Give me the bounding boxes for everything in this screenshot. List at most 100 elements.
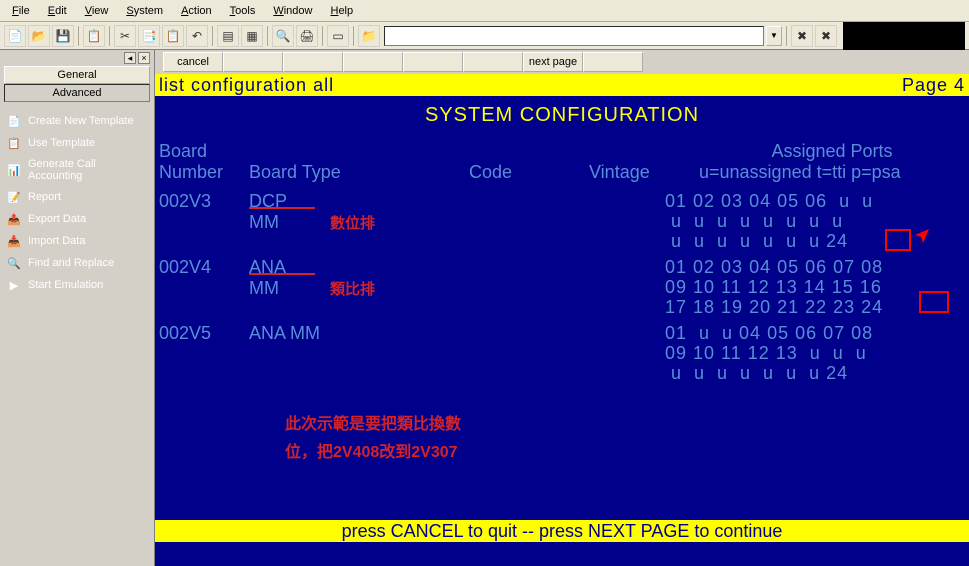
annotation-note: 此次示範是要把類比換數 位，把2V408改到2V307 <box>285 411 461 467</box>
sidebar-item-import[interactable]: 📥 Import Data <box>0 230 154 252</box>
board-type-cell: ANA MM 類比排 <box>249 257 409 299</box>
toolbar-disconnect2-icon[interactable]: ✖ <box>815 25 837 47</box>
toolbar-paste-icon[interactable]: 📋 <box>162 25 184 47</box>
sidebar-list: 📄Create New Template 📋 Use Template 📊Gene… <box>0 102 154 566</box>
board-type: ANA MM <box>249 257 315 275</box>
report-icon: 📝 <box>6 190 22 204</box>
table-row: 002V3 DCP MM 數位排 01 02 03 04 05 06 u u u… <box>159 191 965 251</box>
sidebar-tab-advanced[interactable]: Advanced <box>4 84 150 102</box>
annotation-analog: 類比排 <box>330 281 375 298</box>
status-black-area <box>843 22 965 50</box>
highlight-box-u <box>885 229 911 251</box>
terminal-title: SYSTEM CONFIGURATION <box>155 104 969 127</box>
separator <box>322 26 323 46</box>
menu-window[interactable]: Window <box>265 3 320 19</box>
sidebar-pin-icon[interactable]: ◂ <box>124 52 136 64</box>
toolbar-list-icon[interactable]: ▤ <box>217 25 239 47</box>
toolbar-grid-icon[interactable]: ▦ <box>241 25 263 47</box>
sidebar-close-icon[interactable]: × <box>138 52 150 64</box>
menu-edit[interactable]: Edit <box>40 3 75 19</box>
header-type: Board Type <box>249 162 469 183</box>
sidebar-item-find-replace[interactable]: 🔍Find and Replace <box>0 252 154 274</box>
separator <box>267 26 268 46</box>
header-row-2: Number Board Type Code Vintage u=unassig… <box>155 162 969 183</box>
sidebar-item-call-accounting[interactable]: 📊Generate Call Accounting <box>0 154 154 186</box>
template-use-icon: 📋 <box>6 136 22 150</box>
separator <box>353 26 354 46</box>
table-row: 002V4 ANA MM 類比排 01 02 03 04 05 06 07 08… <box>159 257 965 317</box>
toolbar-print-icon[interactable]: 🖨 <box>296 25 318 47</box>
separator <box>78 26 79 46</box>
toolbar-copy2-icon[interactable]: 📑 <box>138 25 160 47</box>
menu-view[interactable]: View <box>77 3 117 19</box>
import-icon: 📥 <box>6 234 22 248</box>
blank-button-3[interactable] <box>343 52 403 72</box>
dropdown-arrow-icon[interactable]: ▼ <box>766 26 782 46</box>
content-area: cancel next page list configuration all … <box>155 50 969 566</box>
toolbar-window-icon[interactable]: ▭ <box>327 25 349 47</box>
toolbar: 📄 📂 💾 📋 ✂ 📑 📋 ↶ ▤ ▦ 🔍 🖨 ▭ 📁 ▼ ✖ ✖ <box>0 22 969 50</box>
blank-button-5[interactable] <box>463 52 523 72</box>
toolbar-folder-icon[interactable]: 📁 <box>358 25 380 47</box>
header-spacer3 <box>589 141 699 162</box>
accounting-icon: 📊 <box>6 163 22 177</box>
sidebar-item-create-template[interactable]: 📄Create New Template <box>0 110 154 132</box>
board-type: ANA MM <box>249 323 320 343</box>
menubar: File Edit View System Action Tools Windo… <box>0 0 969 22</box>
blank-button-6[interactable] <box>583 52 643 72</box>
terminal-body: Board Assigned Ports Number Board Type C… <box>155 141 969 553</box>
sidebar-item-start-emulation[interactable]: ▶ Start Emulation <box>0 274 154 296</box>
page-indicator: Page 4 <box>902 74 965 96</box>
menu-file[interactable]: File <box>4 3 38 19</box>
menu-action[interactable]: Action <box>173 3 220 19</box>
board-type-cell: ANA MM <box>249 323 409 344</box>
header-vintage: Vintage <box>589 162 699 183</box>
header-ports: Assigned Ports <box>699 141 965 162</box>
header-board: Board <box>159 141 249 162</box>
address-input[interactable] <box>384 26 764 46</box>
table-row: 002V5 ANA MM 01 u u 04 05 06 07 08 09 10… <box>159 323 965 383</box>
note-line-1: 此次示範是要把類比換數 <box>285 411 461 439</box>
sidebar-item-label: Report <box>28 191 61 203</box>
sidebar-tab-general[interactable]: General <box>4 66 150 84</box>
toolbar-save-icon[interactable]: 💾 <box>52 25 74 47</box>
cancel-button[interactable]: cancel <box>163 52 223 72</box>
sidebar-item-use-template[interactable]: 📋 Use Template <box>0 132 154 154</box>
board-type: DCP MM <box>249 191 315 209</box>
menu-help[interactable]: Help <box>322 3 361 19</box>
board-number: 002V3 <box>159 191 249 212</box>
toolbar-open-icon[interactable]: 📂 <box>28 25 50 47</box>
board-number: 002V5 <box>159 323 249 344</box>
export-icon: 📤 <box>6 212 22 226</box>
sidebar-item-label: Import Data <box>28 235 85 247</box>
header-spacer2 <box>469 141 589 162</box>
toolbar-undo-icon[interactable]: ↶ <box>186 25 208 47</box>
header-code: Code <box>469 162 589 183</box>
blank-button-2[interactable] <box>283 52 343 72</box>
sidebar-item-report[interactable]: 📝 Report <box>0 186 154 208</box>
sidebar-item-export[interactable]: 📤Export Data <box>0 208 154 230</box>
sidebar-item-label: Use Template <box>28 137 95 149</box>
play-icon: ▶ <box>6 278 22 292</box>
highlight-box-08 <box>919 291 949 313</box>
next-page-button[interactable]: next page <box>523 52 583 72</box>
sidebar-item-label: Start Emulation <box>28 279 103 291</box>
sidebar-controls: ◂ × <box>0 50 154 66</box>
toolbar-copy-icon[interactable]: 📋 <box>83 25 105 47</box>
blank-button-4[interactable] <box>403 52 463 72</box>
terminal[interactable]: list configuration all Page 4 SYSTEM CON… <box>155 74 969 566</box>
data-rows: 002V3 DCP MM 數位排 01 02 03 04 05 06 u u u… <box>155 191 969 383</box>
menu-system[interactable]: System <box>118 3 171 19</box>
blank-button-1[interactable] <box>223 52 283 72</box>
menu-tools[interactable]: Tools <box>222 3 264 19</box>
header-number: Number <box>159 162 249 183</box>
toolbar-disconnect-icon[interactable]: ✖ <box>791 25 813 47</box>
toolbar-new-icon[interactable]: 📄 <box>4 25 26 47</box>
main-area: ◂ × General Advanced 📄Create New Templat… <box>0 50 969 566</box>
template-new-icon: 📄 <box>6 114 22 128</box>
toolbar-find-icon[interactable]: 🔍 <box>272 25 294 47</box>
toolbar-cut-icon[interactable]: ✂ <box>114 25 136 47</box>
sidebar-item-label: Find and Replace <box>28 257 114 269</box>
command-text: list configuration all <box>159 74 902 96</box>
terminal-footer: press CANCEL to quit -- press NEXT PAGE … <box>155 520 969 542</box>
